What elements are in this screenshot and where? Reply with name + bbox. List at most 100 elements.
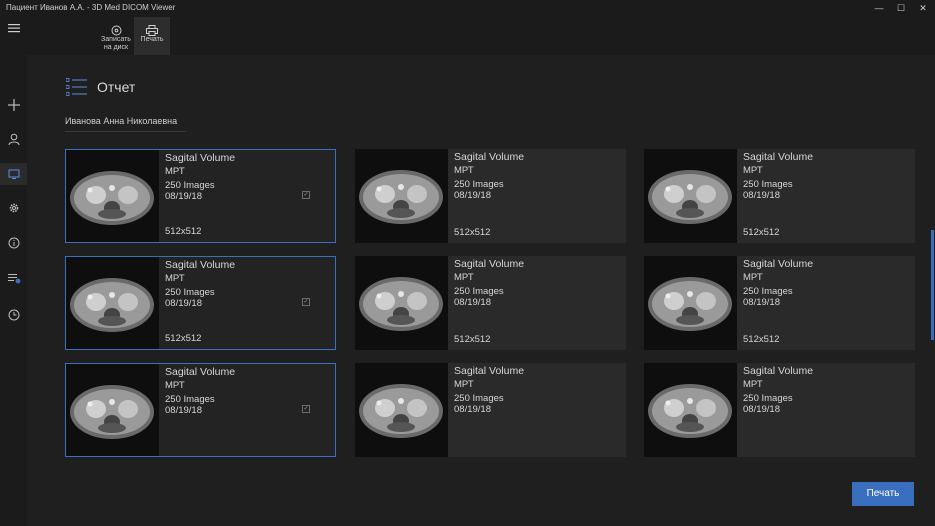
series-card[interactable]: Sagital Volume МРТ 250 Images 08/19/18 512x5… [355, 149, 626, 243]
mri-thumbnail [644, 363, 737, 457]
series-card[interactable]: Sagital Volume МРТ 250 Images 08/19/18 512x5… [65, 149, 336, 243]
page-title: Отчет [97, 79, 136, 95]
series-card[interactable]: Sagital Volume МРТ 250 Images 08/19/18 [644, 363, 915, 457]
mri-thumbnail [66, 364, 159, 456]
series-resolution: 512x512 [165, 333, 202, 344]
burn-disc-button[interactable]: Записать на диск [98, 17, 134, 55]
series-date: 08/19/18 [165, 191, 202, 202]
monitor-icon[interactable] [0, 163, 27, 185]
minimize-button[interactable]: — [872, 2, 886, 14]
series-modality: МРТ [165, 273, 185, 284]
series-date: 08/19/18 [743, 297, 780, 308]
close-button[interactable]: ✕ [916, 2, 930, 14]
series-meta: Sagital Volume МРТ 250 Images 08/19/18 [165, 366, 236, 417]
series-meta: Sagital Volume МРТ 250 Images 08/19/18 [454, 151, 525, 202]
print-button[interactable]: Печать [852, 482, 914, 506]
series-date: 08/19/18 [454, 297, 491, 308]
series-checkbox[interactable]: ✓ [302, 405, 310, 413]
series-title: Sagital Volume [165, 366, 236, 378]
series-title: Sagital Volume [743, 258, 814, 270]
series-meta: Sagital Volume МРТ 250 Images 08/19/18 [165, 152, 236, 203]
series-image-count: 250 Images [165, 287, 215, 298]
series-date: 08/19/18 [165, 298, 202, 309]
series-image-count: 250 Images [454, 286, 504, 297]
series-card[interactable]: Sagital Volume МРТ 250 Images 08/19/18 512x5… [644, 149, 915, 243]
clock-icon[interactable] [0, 304, 27, 326]
user-icon[interactable] [0, 128, 27, 150]
series-image-count: 250 Images [165, 394, 215, 405]
mri-thumbnail [66, 257, 159, 349]
series-image-count: 250 Images [743, 286, 793, 297]
series-meta: Sagital Volume МРТ 250 Images 08/19/18 [743, 258, 814, 309]
series-meta: Sagital Volume МРТ 250 Images 08/19/18 [454, 258, 525, 309]
series-card[interactable]: Sagital Volume МРТ 250 Images 08/19/18 512x5… [355, 256, 626, 350]
series-date: 08/19/18 [454, 404, 491, 415]
scrollbar-thumb[interactable] [931, 230, 934, 340]
toolbar: Записать на диск Печать [27, 17, 935, 55]
patient-name: Иванова Анна Николаевна [65, 116, 178, 126]
burn-disc-label-1: Записать [101, 36, 131, 43]
series-image-count: 250 Images [743, 393, 793, 404]
series-resolution: 512x512 [743, 334, 780, 345]
series-modality: МРТ [454, 272, 474, 283]
series-modality: МРТ [454, 165, 474, 176]
menu-icon[interactable] [0, 17, 27, 39]
series-title: Sagital Volume [454, 258, 525, 270]
sidebar [0, 17, 27, 526]
series-date: 08/19/18 [743, 190, 780, 201]
print-toolbar-button[interactable]: Печать [134, 17, 170, 55]
printer-icon [134, 23, 170, 36]
series-card[interactable]: Sagital Volume МРТ 250 Images 08/19/18 512x5… [644, 256, 915, 350]
series-title: Sagital Volume [454, 151, 525, 163]
series-modality: МРТ [743, 379, 763, 390]
series-meta: Sagital Volume МРТ 250 Images 08/19/18 [743, 151, 814, 202]
series-modality: МРТ [743, 165, 763, 176]
disc-icon [98, 23, 134, 36]
series-title: Sagital Volume [165, 259, 236, 271]
series-title: Sagital Volume [743, 365, 814, 377]
patient-underline [65, 131, 187, 132]
series-modality: МРТ [454, 379, 474, 390]
mri-thumbnail [355, 256, 448, 350]
series-meta: Sagital Volume МРТ 250 Images 08/19/18 [454, 365, 525, 416]
window-title: Пациент Иванов А.А. - 3D Med DICOM Viewe… [6, 3, 176, 12]
mri-thumbnail [644, 149, 737, 243]
series-image-count: 250 Images [454, 179, 504, 190]
gear-icon[interactable] [0, 197, 27, 219]
plus-icon[interactable] [0, 94, 27, 116]
series-checkbox[interactable]: ✓ [302, 191, 310, 199]
burn-disc-label-2: на диск [103, 44, 129, 51]
series-modality: МРТ [743, 272, 763, 283]
series-resolution: 512x512 [454, 334, 491, 345]
series-date: 08/19/18 [454, 190, 491, 201]
mri-thumbnail [644, 256, 737, 350]
series-title: Sagital Volume [165, 152, 236, 164]
report-list-icon [65, 78, 88, 101]
series-image-count: 250 Images [454, 393, 504, 404]
title-bar: Пациент Иванов А.А. - 3D Med DICOM Viewe… [0, 0, 935, 17]
mri-thumbnail [355, 363, 448, 457]
maximize-button[interactable]: ☐ [894, 2, 908, 14]
series-date: 08/19/18 [165, 405, 202, 416]
series-image-count: 250 Images [743, 179, 793, 190]
series-date: 08/19/18 [743, 404, 780, 415]
list-badge-icon[interactable] [0, 267, 27, 289]
series-resolution: 512x512 [165, 226, 202, 237]
series-meta: Sagital Volume МРТ 250 Images 08/19/18 [165, 259, 236, 310]
info-icon[interactable] [0, 232, 27, 254]
series-modality: МРТ [165, 380, 185, 391]
series-card[interactable]: Sagital Volume МРТ 250 Images 08/19/18 [355, 363, 626, 457]
series-modality: МРТ [165, 166, 185, 177]
series-resolution: 512x512 [743, 227, 780, 238]
series-title: Sagital Volume [743, 151, 814, 163]
series-checkbox[interactable]: ✓ [302, 298, 310, 306]
series-image-count: 250 Images [165, 180, 215, 191]
series-title: Sagital Volume [454, 365, 525, 377]
mri-thumbnail [66, 150, 159, 242]
series-resolution: 512x512 [454, 227, 491, 238]
print-toolbar-label: Печать [140, 36, 164, 43]
mri-thumbnail [355, 149, 448, 243]
series-card[interactable]: Sagital Volume МРТ 250 Images 08/19/18 512x5… [65, 256, 336, 350]
series-meta: Sagital Volume МРТ 250 Images 08/19/18 [743, 365, 814, 416]
series-card[interactable]: Sagital Volume МРТ 250 Images 08/19/18 ✓ [65, 363, 336, 457]
